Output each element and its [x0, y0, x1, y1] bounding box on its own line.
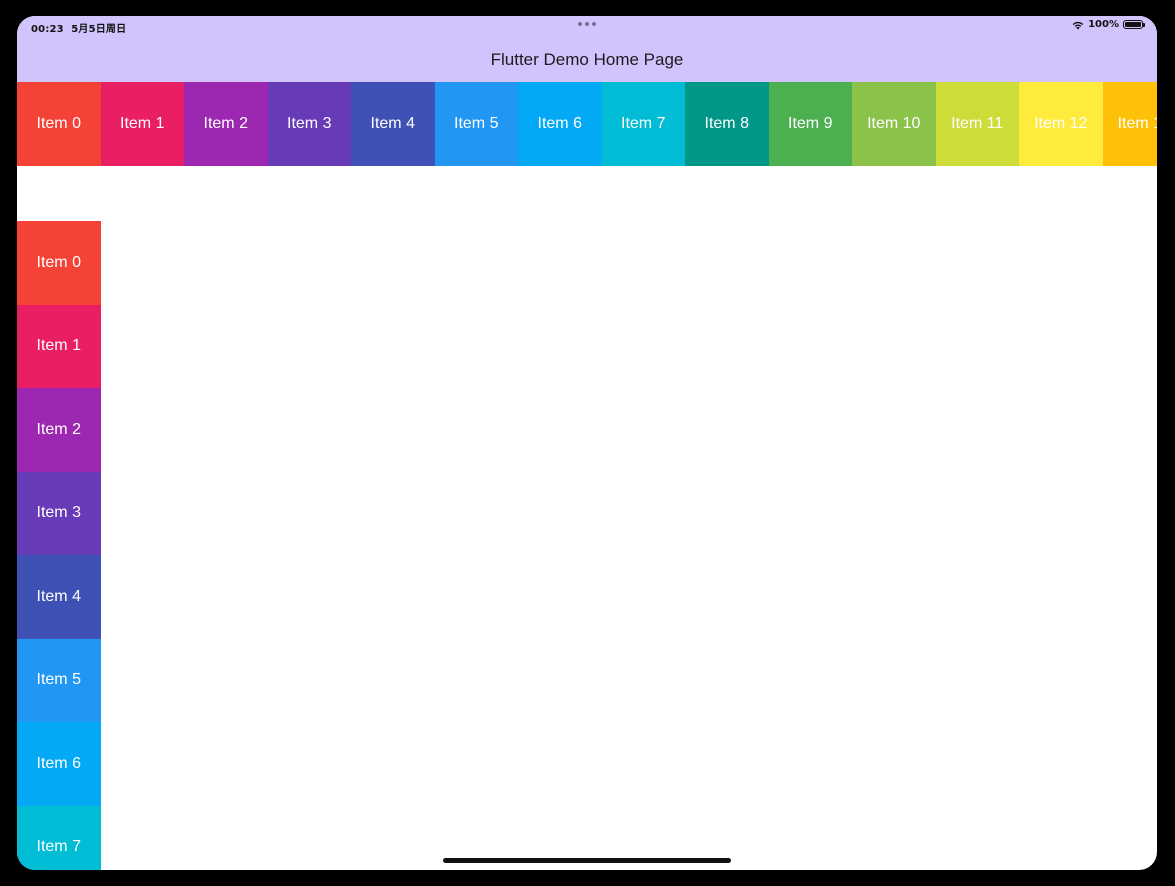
v-item-0[interactable]: Item 0: [17, 221, 101, 305]
battery-icon: [1123, 20, 1145, 29]
v-item-label: Item 3: [36, 504, 81, 522]
h-item-8[interactable]: Item 8: [685, 82, 769, 166]
h-item-12[interactable]: Item 12: [1019, 82, 1103, 166]
v-item-6[interactable]: Item 6: [17, 722, 101, 806]
h-item-label: Item 5: [454, 114, 499, 132]
page-title: Flutter Demo Home Page: [490, 50, 684, 69]
h-item-label: Item 11: [951, 114, 1004, 132]
home-indicator[interactable]: [443, 858, 731, 863]
h-item-9[interactable]: Item 9: [768, 82, 852, 166]
h-item-3[interactable]: Item 3: [267, 82, 351, 166]
v-item-label: Item 4: [36, 587, 81, 605]
battery-percent: 100%: [1088, 19, 1119, 30]
v-item-5[interactable]: Item 5: [17, 638, 101, 722]
vertical-list-track: Item 0 Item 1 Item 2 Item 3 Item 4 Item 5 Item…: [17, 221, 101, 870]
horizontal-list-track: Item 0 Item 1 Item 2 Item 3 Item 4 Item 5 Item…: [17, 82, 1157, 166]
v-item-label: Item 7: [36, 838, 81, 856]
v-item-7[interactable]: Item 7: [17, 805, 101, 870]
more-dots-icon[interactable]: [577, 19, 597, 29]
v-item-label: Item 2: [36, 420, 81, 438]
status-bar: 00:23 5月5日周日 100%: [17, 16, 1157, 38]
status-time-date: 00:23 5月5日周日: [31, 20, 126, 35]
h-item-label: Item 0: [36, 114, 81, 132]
h-item-label: Item 12: [1034, 114, 1088, 132]
v-item-label: Item 0: [36, 253, 81, 271]
h-item-1[interactable]: Item 1: [100, 82, 184, 166]
h-item-label: Item 4: [370, 114, 415, 132]
device-frame: 00:23 5月5日周日 100% Flutter Demo Home Page…: [0, 0, 1175, 886]
v-item-3[interactable]: Item 3: [17, 471, 101, 555]
horizontal-list[interactable]: Item 0 Item 1 Item 2 Item 3 Item 4 Item 5 Item…: [17, 82, 1157, 166]
status-indicators: 100%: [1072, 19, 1145, 30]
h-item-label: Item 13: [1117, 114, 1157, 132]
v-item-label: Item 5: [36, 671, 81, 689]
h-item-7[interactable]: Item 7: [601, 82, 685, 166]
h-item-label: Item 9: [788, 114, 833, 132]
h-item-10[interactable]: Item 10: [852, 82, 936, 166]
screen: 00:23 5月5日周日 100% Flutter Demo Home Page…: [17, 16, 1157, 870]
h-item-5[interactable]: Item 5: [434, 82, 518, 166]
v-item-1[interactable]: Item 1: [17, 304, 101, 388]
v-item-4[interactable]: Item 4: [17, 555, 101, 639]
vertical-list[interactable]: Item 0 Item 1 Item 2 Item 3 Item 4 Item 5 Item…: [17, 221, 101, 870]
h-item-label: Item 2: [203, 114, 248, 132]
h-item-2[interactable]: Item 2: [184, 82, 268, 166]
h-item-11[interactable]: Item 11: [935, 82, 1019, 166]
v-item-2[interactable]: Item 2: [17, 388, 101, 472]
status-date: 5月5日周日: [71, 24, 127, 35]
app-bar: Flutter Demo Home Page: [17, 38, 1157, 82]
h-item-0[interactable]: Item 0: [17, 82, 101, 166]
h-item-label: Item 3: [287, 114, 332, 132]
v-item-label: Item 6: [36, 754, 81, 772]
h-item-13[interactable]: Item 13: [1102, 82, 1157, 166]
h-item-6[interactable]: Item 6: [518, 82, 602, 166]
wifi-icon: [1072, 21, 1084, 29]
h-item-label: Item 6: [537, 114, 582, 132]
v-item-label: Item 1: [36, 337, 81, 355]
h-item-label: Item 8: [704, 114, 749, 132]
status-time: 00:23: [31, 24, 64, 35]
h-item-label: Item 1: [120, 114, 165, 132]
h-item-4[interactable]: Item 4: [351, 82, 435, 166]
h-item-label: Item 7: [621, 114, 666, 132]
h-item-label: Item 10: [867, 114, 921, 132]
